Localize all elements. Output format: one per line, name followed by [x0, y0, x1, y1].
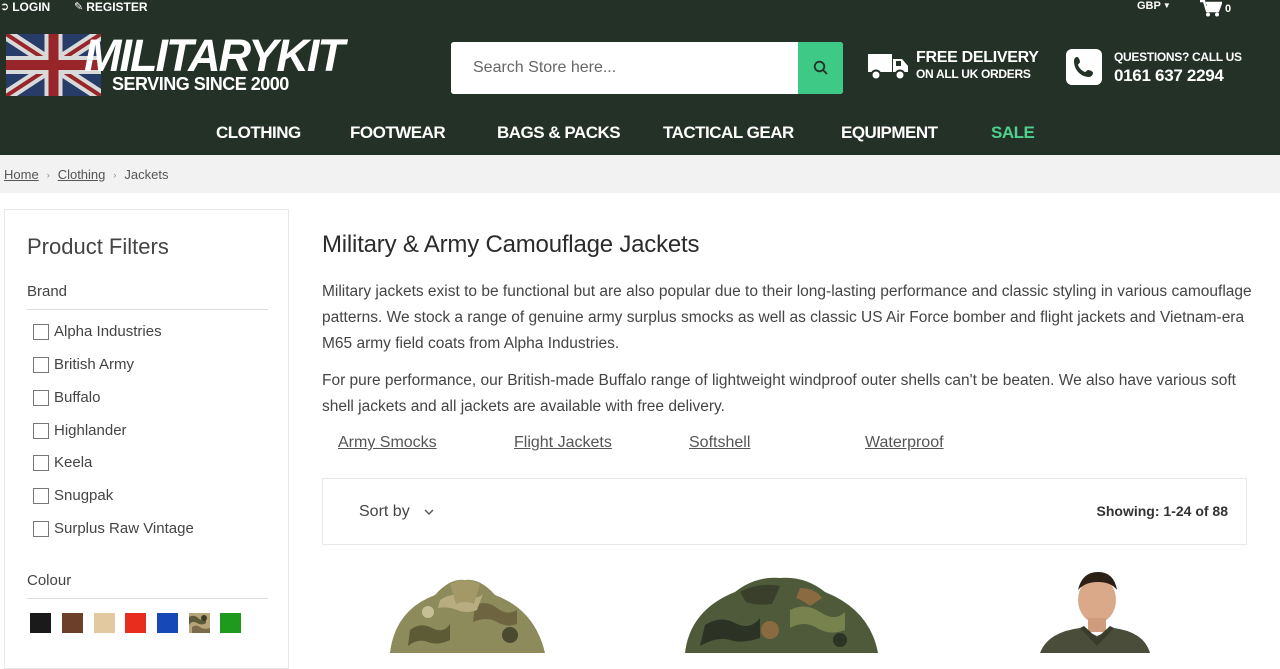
pencil-icon: ✎: [74, 0, 84, 13]
search-icon: [813, 60, 828, 75]
checkbox[interactable]: [33, 454, 49, 471]
login-icon: ➲: [0, 0, 10, 13]
register-link[interactable]: ✎ REGISTER: [74, 0, 148, 14]
colour-swatch-red[interactable]: [125, 613, 146, 633]
cart-icon: [1200, 0, 1222, 17]
breadcrumb: Home › Clothing › Jackets: [4, 167, 168, 182]
checkbox[interactable]: [33, 422, 49, 439]
colour-swatch-green[interactable]: [220, 613, 241, 633]
search-bar: [451, 42, 843, 94]
nav-item-bags-packs[interactable]: BAGS & PACKS: [497, 123, 621, 143]
breadcrumb-current: Jackets: [124, 167, 169, 182]
brand-option-label: Highlander: [54, 422, 127, 439]
nav-item-equipment[interactable]: EQUIPMENT: [841, 123, 938, 143]
brand-option-label: Buffalo: [54, 389, 101, 406]
breadcrumb-clothing[interactable]: Clothing: [58, 167, 106, 182]
brand-option-keela[interactable]: Keela: [33, 454, 92, 471]
logo-title: MILITARYKIT: [84, 30, 345, 81]
brand-option-alpha-industries[interactable]: Alpha Industries: [33, 323, 162, 340]
checkbox[interactable]: [33, 389, 49, 406]
nav-item-sale[interactable]: SALE: [991, 123, 1035, 143]
main-nav: CLOTHING FOOTWEAR BAGS & PACKS TACTICAL …: [0, 117, 1280, 151]
colour-swatch-black[interactable]: [30, 613, 51, 633]
logo-subtitle: SERVING SINCE 2000: [112, 74, 289, 94]
product-image-mtp-smock[interactable]: [380, 570, 550, 653]
brand-option-label: Snugpak: [54, 487, 114, 504]
subcategory-softshell[interactable]: Softshell: [689, 434, 750, 452]
login-label: LOGIN: [12, 0, 51, 14]
category-description-2: For pure performance, our British-made B…: [322, 372, 1236, 415]
free-delivery-promo: FREE DELIVERY ON ALL UK ORDERS: [868, 48, 1039, 82]
register-label: REGISTER: [86, 0, 148, 14]
category-description: Military jackets exist to be functional …: [322, 283, 1252, 352]
breadcrumb-bar: Home › Clothing › Jackets: [0, 155, 1280, 193]
caret-down-icon: ▼: [1162, 1, 1171, 10]
breadcrumb-separator: ›: [113, 169, 117, 180]
cart-count: 0: [1225, 3, 1232, 15]
divider: [27, 598, 268, 599]
sort-dropdown[interactable]: Sort by: [359, 503, 434, 521]
delivery-line2: ON ALL UK ORDERS: [916, 67, 1031, 81]
site-header: ➲ LOGIN ✎ REGISTER GBP ▼ 0 MILITARYKIT S…: [0, 0, 1280, 155]
breadcrumb-home[interactable]: Home: [4, 167, 39, 182]
brand-option-british-army[interactable]: British Army: [33, 356, 134, 373]
nav-item-footwear[interactable]: FOOTWEAR: [350, 123, 446, 143]
chevron-down-icon: [424, 509, 434, 515]
brand-option-snugpak[interactable]: Snugpak: [33, 487, 113, 504]
breadcrumb-separator: ›: [46, 169, 50, 180]
truck-icon: [868, 54, 908, 81]
sort-label: Sort by: [359, 503, 410, 520]
brand-option-highlander[interactable]: Highlander: [33, 422, 127, 439]
colour-swatch-beige[interactable]: [94, 613, 115, 633]
brand-option-label: Keela: [54, 454, 93, 471]
login-link[interactable]: ➲ LOGIN: [0, 0, 50, 14]
brand-filter-title: Brand: [27, 283, 68, 300]
brand-option-buffalo[interactable]: Buffalo: [33, 389, 100, 406]
brand-option-label: British Army: [54, 356, 135, 373]
filters-sidebar: Product Filters Brand Alpha Industries B…: [4, 209, 289, 669]
nav-item-tactical-gear[interactable]: TACTICAL GEAR: [663, 123, 794, 143]
questions-line1: QUESTIONS? CALL US: [1114, 50, 1242, 64]
brand-option-label: Alpha Industries: [54, 323, 162, 340]
filters-title: Product Filters: [27, 234, 169, 259]
phone-number: 0161 637 2294: [1114, 66, 1224, 85]
currency-label: GBP: [1137, 0, 1161, 12]
colour-filter-title: Colour: [27, 572, 72, 589]
phone-icon: [1066, 49, 1102, 85]
checkbox[interactable]: [33, 323, 49, 340]
sort-toolbar: Sort by Showing: 1-24 of 88: [322, 478, 1247, 545]
site-logo[interactable]: MILITARYKIT SERVING SINCE 2000: [6, 33, 345, 98]
top-bar: ➲ LOGIN ✎ REGISTER GBP ▼ 0: [0, 0, 1280, 18]
results-count: Showing: 1-24 of 88: [1096, 503, 1228, 519]
checkbox[interactable]: [33, 487, 49, 504]
product-image-dpm-jacket[interactable]: [680, 570, 880, 653]
brand-option-label: Surplus Raw Vintage: [54, 520, 194, 537]
checkbox[interactable]: [33, 356, 49, 373]
delivery-line1: FREE DELIVERY: [916, 49, 1039, 66]
colour-swatch-brown[interactable]: [62, 613, 83, 633]
currency-selector[interactable]: GBP ▼: [1137, 0, 1171, 12]
subcategory-flight-jackets[interactable]: Flight Jackets: [514, 434, 612, 452]
search-button[interactable]: [798, 42, 843, 94]
colour-swatch-camo[interactable]: [189, 613, 210, 633]
product-image-model-jacket[interactable]: [1040, 570, 1150, 653]
colour-swatch-blue[interactable]: [157, 613, 178, 633]
nav-item-clothing[interactable]: CLOTHING: [216, 123, 301, 143]
cart-button[interactable]: 0: [1200, 0, 1231, 17]
search-input[interactable]: [451, 42, 798, 94]
subcategory-army-smocks[interactable]: Army Smocks: [338, 434, 437, 452]
checkbox[interactable]: [33, 520, 49, 537]
brand-option-surplus-raw-vintage[interactable]: Surplus Raw Vintage: [33, 520, 194, 537]
subcategory-waterproof[interactable]: Waterproof: [865, 434, 944, 452]
divider: [27, 309, 268, 310]
page-title: Military & Army Camouflage Jackets: [322, 231, 700, 258]
contact-promo: QUESTIONS? CALL US 0161 637 2294: [1066, 48, 1242, 86]
